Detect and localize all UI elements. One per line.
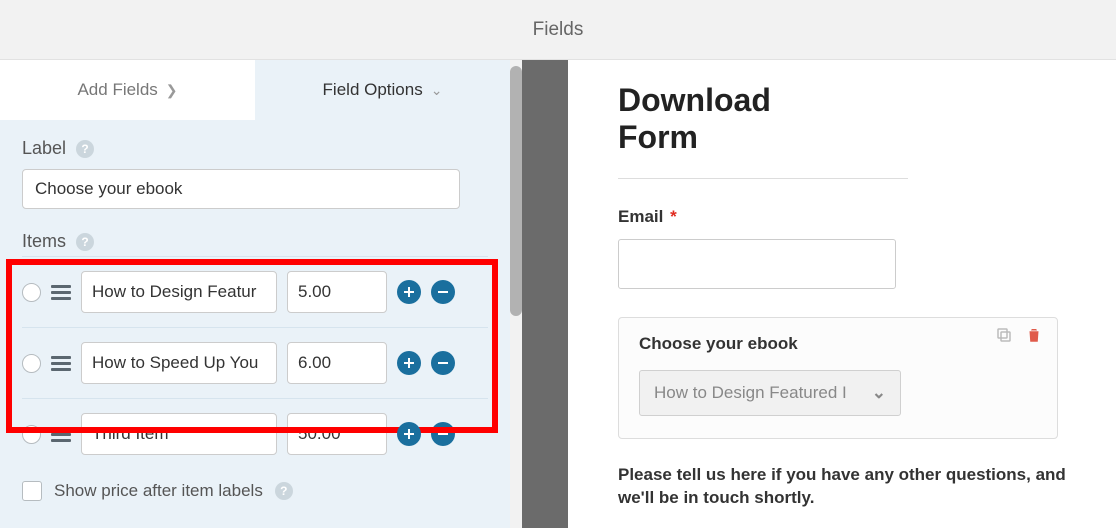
- duplicate-icon[interactable]: [995, 326, 1013, 344]
- email-label: Email *: [618, 207, 1066, 227]
- drag-handle-icon[interactable]: [51, 427, 71, 442]
- scrollbar[interactable]: [510, 66, 522, 316]
- item-name-input[interactable]: [81, 271, 277, 313]
- field-settings-panel: Add Fields ❯ Field Options ⌄ Label ? Ite…: [0, 60, 510, 528]
- remove-item-button[interactable]: [431, 351, 455, 375]
- form-footnote: Please tell us here if you have any othe…: [618, 463, 1066, 511]
- required-asterisk: *: [670, 207, 677, 226]
- ebook-field-label: Choose your ebook: [639, 334, 1037, 354]
- panel-divider: [522, 60, 568, 528]
- default-radio[interactable]: [22, 425, 41, 444]
- chevron-down-icon: ⌄: [872, 383, 886, 403]
- tab-field-options[interactable]: Field Options ⌄: [255, 60, 510, 120]
- page-title: Fields: [533, 19, 584, 41]
- add-item-button[interactable]: [397, 422, 421, 446]
- email-input[interactable]: [618, 239, 896, 289]
- item-price-input[interactable]: [287, 271, 387, 313]
- help-icon[interactable]: ?: [275, 482, 293, 500]
- tab-field-options-label: Field Options: [323, 80, 423, 100]
- chevron-down-icon: ⌄: [431, 82, 443, 99]
- ebook-field-wrap[interactable]: Choose your ebook How to Design Featured…: [618, 317, 1058, 439]
- left-tabs: Add Fields ❯ Field Options ⌄: [0, 60, 510, 120]
- default-radio[interactable]: [22, 354, 41, 373]
- add-item-button[interactable]: [397, 280, 421, 304]
- item-name-input[interactable]: [81, 413, 277, 455]
- item-name-input[interactable]: [81, 342, 277, 384]
- tab-add-fields[interactable]: Add Fields ❯: [0, 60, 255, 120]
- trash-icon[interactable]: [1025, 326, 1043, 344]
- title-divider: [618, 178, 908, 179]
- label-caption: Label: [22, 138, 66, 159]
- field-label-input[interactable]: [22, 169, 460, 209]
- default-radio[interactable]: [22, 283, 41, 302]
- ebook-select-value: How to Design Featured I: [654, 383, 847, 403]
- show-price-checkbox[interactable]: [22, 481, 42, 501]
- items-caption: Items: [22, 231, 66, 252]
- drag-handle-icon[interactable]: [51, 356, 71, 371]
- help-icon[interactable]: ?: [76, 140, 94, 158]
- drag-handle-icon[interactable]: [51, 285, 71, 300]
- form-preview: DownloadForm Email * Choose yo: [568, 60, 1116, 528]
- item-row: [22, 256, 488, 327]
- ebook-select[interactable]: How to Design Featured I ⌄: [639, 370, 901, 416]
- show-price-label: Show price after item labels: [54, 481, 263, 501]
- help-icon[interactable]: ?: [76, 233, 94, 251]
- add-item-button[interactable]: [397, 351, 421, 375]
- item-price-input[interactable]: [287, 342, 387, 384]
- email-label-text: Email: [618, 207, 663, 226]
- item-row: [22, 398, 488, 469]
- item-row: [22, 327, 488, 398]
- form-title-text: DownloadForm: [618, 82, 771, 155]
- tab-add-fields-label: Add Fields: [77, 80, 157, 100]
- chevron-right-icon: ❯: [166, 82, 178, 99]
- item-price-input[interactable]: [287, 413, 387, 455]
- remove-item-button[interactable]: [431, 280, 455, 304]
- form-title: DownloadForm: [618, 82, 1066, 156]
- remove-item-button[interactable]: [431, 422, 455, 446]
